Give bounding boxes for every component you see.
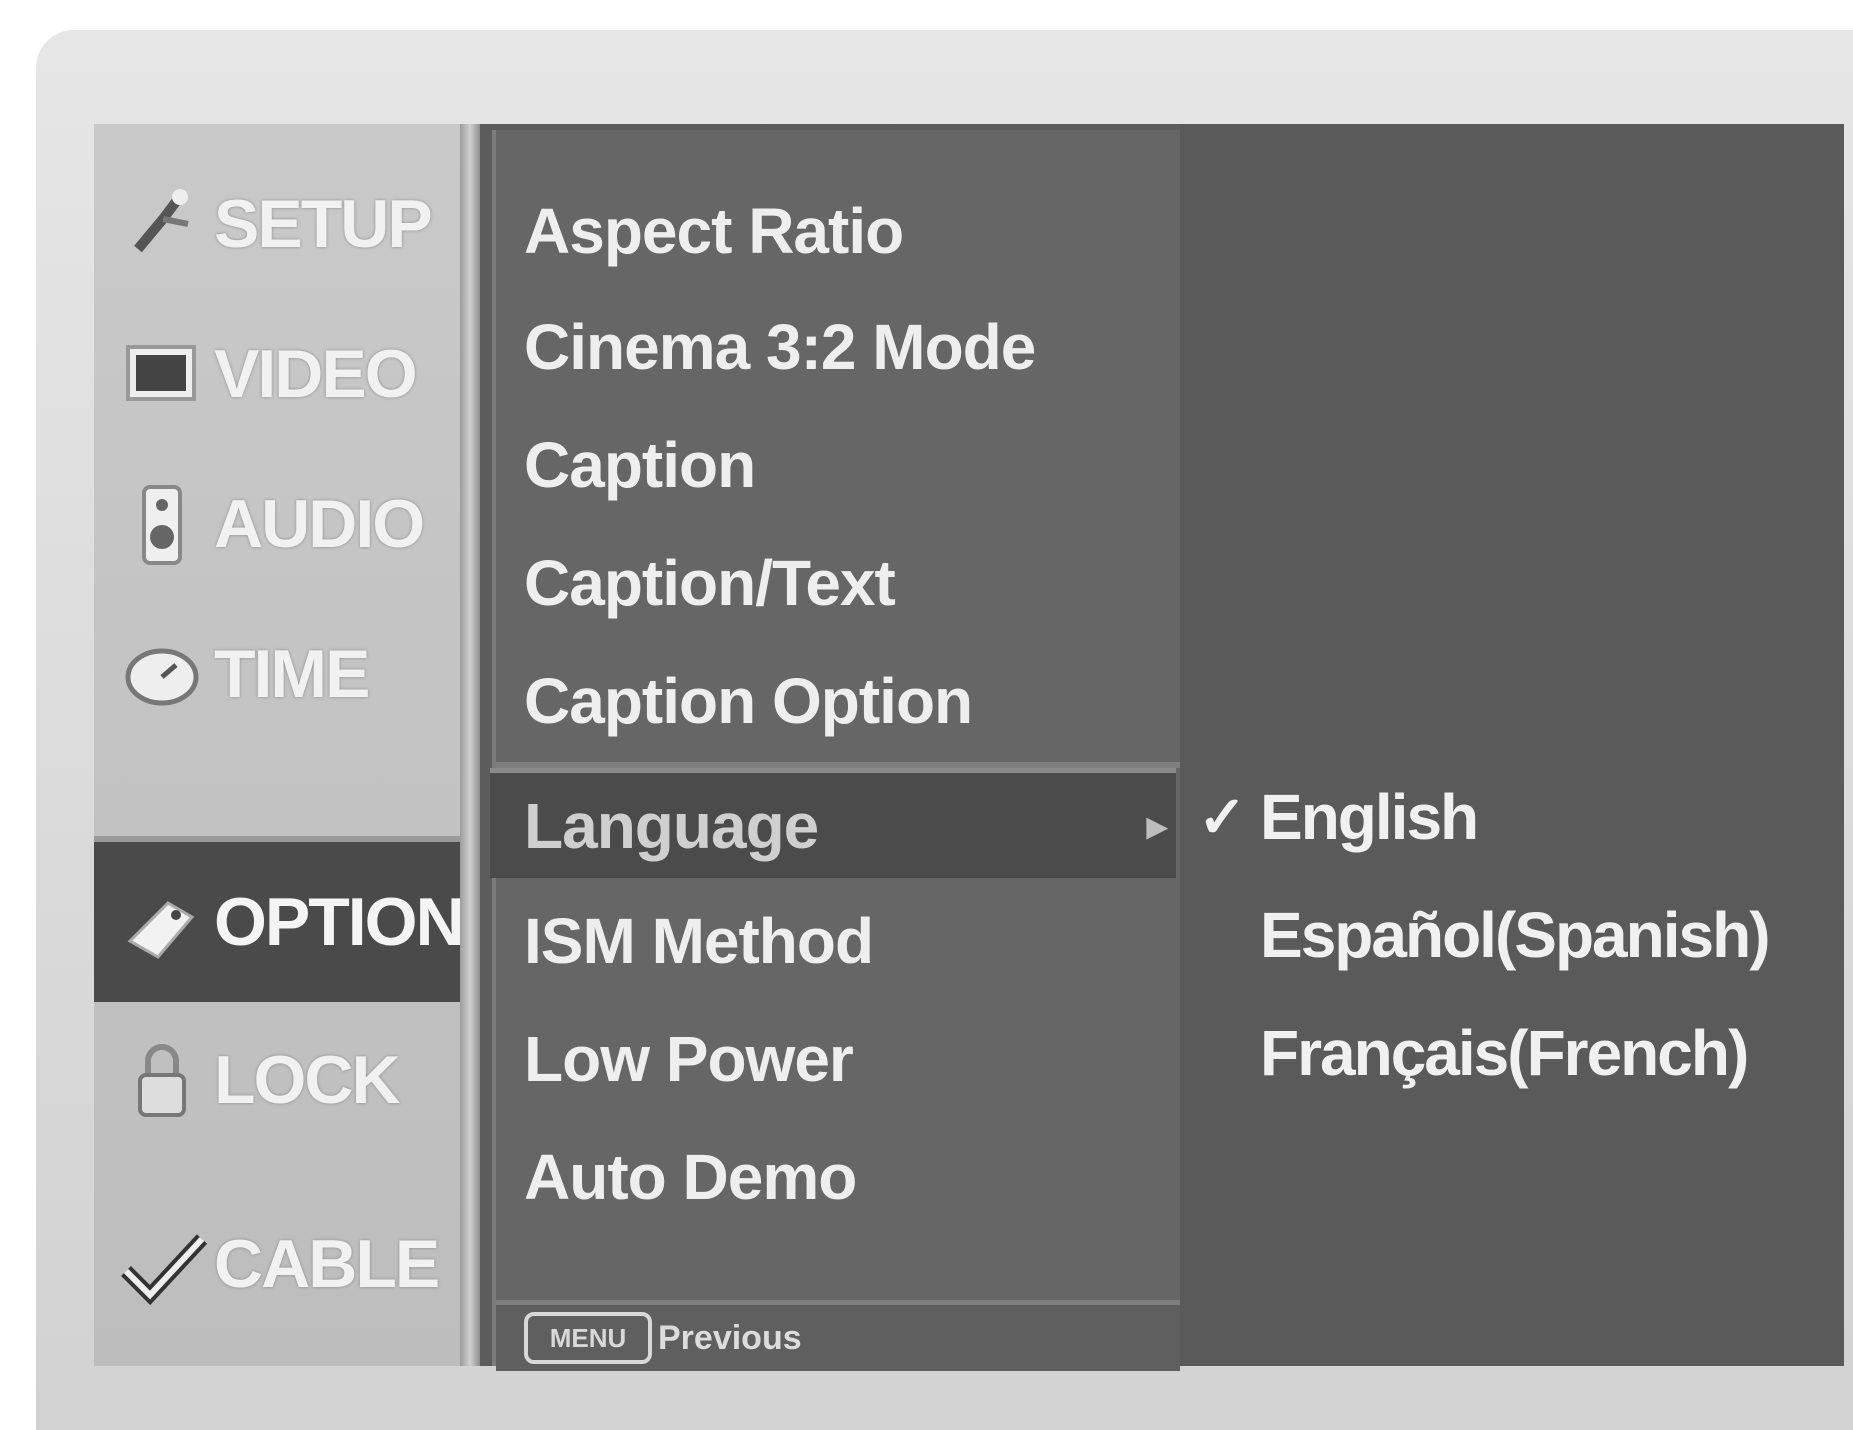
menu-item-label: Auto Demo <box>524 1141 857 1213</box>
language-label: Español(Spanish) <box>1260 899 1770 971</box>
language-option-spanish[interactable]: Español(Spanish) <box>1260 880 1770 990</box>
menu-item-auto-demo[interactable]: Auto Demo <box>524 1122 1164 1232</box>
language-submenu: ✓ English Español(Spanish) Français(Fren… <box>1180 124 1844 1366</box>
category-option[interactable]: OPTION <box>94 836 465 1002</box>
menu-item-label: Cinema 3:2 Mode <box>524 311 1036 383</box>
menu-item-caption-text[interactable]: Caption/Text <box>524 528 1164 638</box>
category-column: SETUP VIDEO AUDIO TIME OPTION LOCK CABLE <box>94 124 465 1366</box>
menu-item-ism-method[interactable]: ISM Method <box>524 886 1164 996</box>
language-option-english[interactable]: ✓ English <box>1198 762 1479 872</box>
menu-item-label: Low Power <box>524 1023 854 1095</box>
checkmark-icon <box>118 1219 208 1309</box>
clock-icon <box>118 629 208 719</box>
submenu-arrow-icon: ▸ <box>1146 803 1167 848</box>
category-time[interactable]: TIME <box>94 594 460 754</box>
category-cable[interactable]: CABLE <box>94 1184 460 1344</box>
menu-item-language[interactable]: Language ▸ <box>490 768 1176 878</box>
menu-item-low-power[interactable]: Low Power <box>524 1004 1164 1114</box>
category-audio[interactable]: AUDIO <box>94 444 460 604</box>
category-setup[interactable]: SETUP <box>94 144 460 304</box>
category-label: SETUP <box>214 186 433 262</box>
osd-menu: SETUP VIDEO AUDIO TIME OPTION LOCK CABLE… <box>94 124 1844 1371</box>
language-label: English <box>1260 781 1479 853</box>
menu-item-label: Language <box>524 789 819 862</box>
padlock-icon <box>118 1035 208 1125</box>
menu-item-label: Aspect Ratio <box>524 195 904 267</box>
tag-icon <box>118 877 208 967</box>
language-option-french[interactable]: Français(French) <box>1260 998 1749 1108</box>
divider <box>460 124 480 1366</box>
language-label: Français(French) <box>1260 1017 1749 1089</box>
menu-item-caption[interactable]: Caption <box>524 410 1164 520</box>
menu-item-label: Caption <box>524 429 756 501</box>
menu-item-cinema-mode[interactable]: Cinema 3:2 Mode <box>524 292 1164 402</box>
menu-item-label: Caption Option <box>524 665 973 737</box>
category-label: OPTION <box>214 884 465 960</box>
check-icon: ✓ <box>1198 785 1247 850</box>
menu-item-caption-option[interactable]: Caption Option <box>524 646 1164 756</box>
category-label: AUDIO <box>214 486 425 562</box>
screen-icon <box>118 329 208 419</box>
category-lock[interactable]: LOCK <box>94 1000 460 1160</box>
menu-footer: MENU Previous <box>496 1300 1180 1371</box>
menu-item-aspect-ratio[interactable]: Aspect Ratio <box>524 176 1164 286</box>
menu-item-label: Caption/Text <box>524 547 896 619</box>
footer-label: Previous <box>658 1318 802 1357</box>
option-menu: Aspect Ratio Cinema 3:2 Mode Caption Cap… <box>490 130 1184 1371</box>
speaker-icon <box>118 479 208 569</box>
menu-key-icon: MENU <box>524 1312 652 1364</box>
category-label: CABLE <box>214 1226 440 1302</box>
category-label: LOCK <box>214 1042 401 1118</box>
menu-item-label: ISM Method <box>524 905 874 977</box>
satellite-dish-icon <box>118 179 208 269</box>
category-video[interactable]: VIDEO <box>94 294 460 454</box>
category-label: TIME <box>214 636 370 712</box>
category-label: VIDEO <box>214 336 418 412</box>
